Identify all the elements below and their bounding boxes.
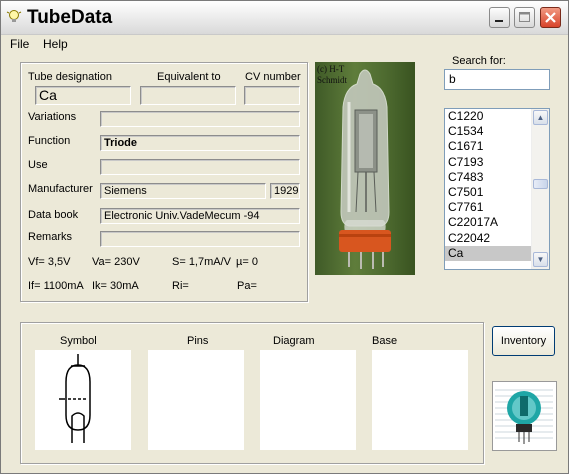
maximize-button[interactable] (514, 7, 535, 28)
remarks-label: Remarks (28, 231, 73, 243)
databook-label: Data book (28, 209, 79, 221)
photo-caption-line2: Schmidt (317, 75, 348, 85)
search-input[interactable]: b (444, 69, 550, 90)
spec-vf: Vf= 3,5V (28, 256, 71, 268)
base-label: Base (372, 335, 398, 347)
use-field[interactable] (100, 159, 300, 175)
title-bar[interactable]: TubeData (1, 1, 568, 35)
minimize-button[interactable] (489, 7, 510, 28)
lightbulb-icon (6, 10, 22, 22)
variations-field[interactable] (100, 111, 300, 127)
spec-va: Va= 230V (92, 256, 140, 268)
designation-field[interactable]: Ca (35, 86, 131, 105)
databook-field[interactable]: Electronic Univ.VadeMecum -94 (100, 208, 300, 224)
spec-s: S= 1,7mA/V (172, 256, 232, 268)
pins-label: Pins (187, 335, 209, 347)
spec-ik: Ik= 30mA (92, 280, 139, 292)
tube-logo-icon (493, 382, 556, 450)
tube-logo-image (492, 381, 557, 451)
tube-listbox[interactable]: C1220 C1534 C1671 C7193 C7483 C7501 C7761 C2201… (444, 108, 550, 270)
cv-number-field[interactable] (244, 86, 300, 105)
equivalent-label: Equivalent to (157, 71, 221, 83)
menu-file[interactable]: File (10, 37, 29, 51)
equivalent-field[interactable] (140, 86, 236, 105)
spec-if: If= 1100mA (28, 280, 84, 292)
minimize-icon (495, 20, 503, 22)
symbol-panel (35, 350, 131, 450)
scroll-down-icon[interactable]: ▼ (533, 252, 548, 267)
photo-caption-line1: (c) H-T (317, 64, 345, 74)
tube-photo: (c) H-T Schmidt (315, 62, 415, 275)
remarks-field[interactable] (100, 231, 300, 247)
cv-number-label: CV number (245, 71, 301, 83)
diagram-label: Diagram (273, 335, 315, 347)
search-label: Search for: (452, 55, 506, 67)
menu-help[interactable]: Help (43, 37, 68, 51)
spec-pa: Pa= (237, 280, 257, 292)
close-button[interactable] (540, 7, 561, 28)
manufacturer-label: Manufacturer (28, 183, 93, 195)
menu-bar: File Help (1, 35, 568, 53)
maximize-icon (519, 12, 530, 22)
vacuum-tube-image: (c) H-T Schmidt (317, 64, 391, 269)
spec-mu: µ= 0 (236, 256, 258, 268)
triode-symbol-icon (59, 354, 91, 443)
listbox-scrollbar[interactable]: ▲ ▼ (531, 109, 549, 269)
base-panel (372, 350, 468, 450)
designation-label: Tube designation (28, 71, 112, 83)
function-label: Function (28, 135, 71, 147)
scroll-up-icon[interactable]: ▲ (533, 110, 548, 125)
use-label: Use (28, 159, 48, 171)
function-field[interactable]: Triode (100, 135, 300, 151)
close-icon (545, 12, 556, 23)
year-field[interactable]: 1929 (270, 183, 300, 199)
scroll-thumb[interactable] (533, 179, 548, 189)
manufacturer-field[interactable]: Siemens (100, 183, 266, 199)
spec-ri: Ri= (172, 280, 189, 292)
symbol-label: Symbol (60, 335, 97, 347)
diagram-panel (260, 350, 356, 450)
variations-label: Variations (28, 111, 77, 123)
tubedata-window: TubeData File Help Tube designation Equi… (0, 0, 569, 474)
inventory-button[interactable]: Inventory (492, 326, 555, 356)
window-title: TubeData (27, 7, 113, 28)
pins-panel (148, 350, 244, 450)
